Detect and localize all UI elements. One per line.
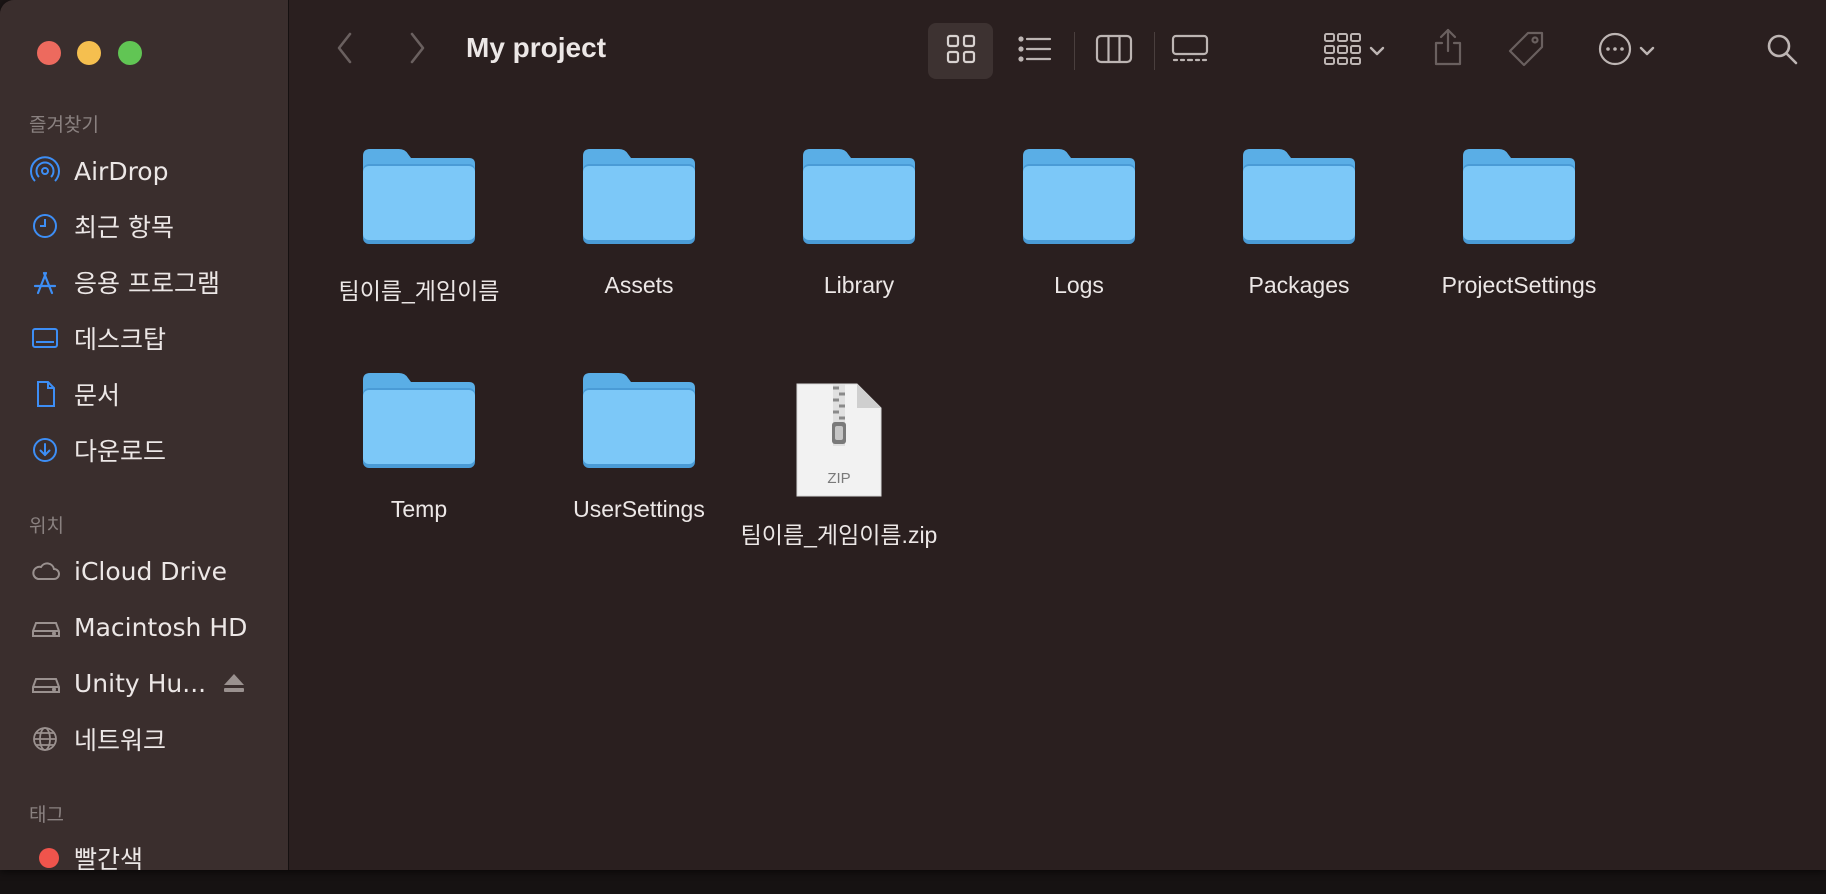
sidebar-item-icloud-drive[interactable]: iCloud Drive xyxy=(30,551,280,591)
document-icon xyxy=(30,379,64,409)
zip-badge-label: ZIP xyxy=(827,470,851,487)
file-name: Assets xyxy=(604,272,674,298)
file-name: Logs xyxy=(1054,272,1104,298)
sidebar-item-tag-red[interactable]: 빨간색 xyxy=(30,838,280,870)
sidebar-item-documents[interactable]: 문서 xyxy=(30,374,280,414)
folder-icon xyxy=(579,146,699,252)
folder-icon xyxy=(359,370,479,476)
locations-header: 위치 xyxy=(29,515,64,537)
sidebar-item-label: Unity Hu... xyxy=(74,668,207,698)
file-name: UserSettings xyxy=(573,496,705,522)
sidebar-item-label: 최근 항목 xyxy=(74,213,174,242)
search-icon xyxy=(1765,32,1799,70)
chevron-right-icon xyxy=(407,31,427,69)
file-name: 팀이름_게임이름.zip xyxy=(740,522,938,548)
chevron-down-icon xyxy=(1639,42,1655,61)
sidebar-item-label: 데스크탑 xyxy=(74,325,167,354)
sidebar-item-airdrop[interactable]: AirDrop xyxy=(30,151,280,191)
zoom-window-button[interactable] xyxy=(118,41,142,65)
minimize-window-button[interactable] xyxy=(77,41,101,65)
drive-icon xyxy=(30,668,64,698)
folder-item[interactable]: Packages xyxy=(1199,146,1399,299)
desktop-background-strip xyxy=(0,868,1826,894)
sidebar-item-label: 네트워크 xyxy=(74,726,167,755)
sidebar-item-network[interactable]: 네트워크 xyxy=(30,719,280,759)
forward-button[interactable] xyxy=(402,30,432,70)
icon-view-button[interactable] xyxy=(928,23,993,79)
chevron-left-icon xyxy=(335,31,355,69)
sidebar-item-recents[interactable]: 최근 항목 xyxy=(30,206,280,246)
group-by-button[interactable] xyxy=(1316,28,1392,74)
sidebar-item-label: 문서 xyxy=(74,381,121,410)
finder-window: 즐겨찾기 AirDrop 최근 항목 응용 프로그램 데스크탑 문서 다운로드 … xyxy=(0,0,1826,870)
folder-icon xyxy=(1019,146,1139,252)
toolbar-divider xyxy=(1074,32,1075,70)
sidebar-item-label: AirDrop xyxy=(74,156,169,186)
sidebar-item-label: 응용 프로그램 xyxy=(74,269,220,298)
folder-icon xyxy=(1239,146,1359,252)
grid-icon xyxy=(945,33,977,69)
zip-file-item[interactable]: ZIP 팀이름_게임이름.zip xyxy=(739,382,939,550)
share-button[interactable] xyxy=(1428,26,1468,72)
file-name: Temp xyxy=(390,496,448,522)
zip-file-icon: ZIP xyxy=(795,382,883,498)
sidebar: 즐겨찾기 AirDrop 최근 항목 응용 프로그램 데스크탑 문서 다운로드 … xyxy=(0,0,289,870)
folder-icon xyxy=(1459,146,1579,252)
columns-icon xyxy=(1095,33,1133,69)
group-grid-icon xyxy=(1323,32,1363,70)
window-title: My project xyxy=(466,32,607,63)
back-button[interactable] xyxy=(330,30,360,70)
applications-icon xyxy=(30,267,64,297)
share-icon xyxy=(1432,27,1464,71)
download-icon xyxy=(30,435,64,465)
folder-item[interactable]: Temp xyxy=(319,370,519,523)
eject-icon[interactable] xyxy=(222,672,246,698)
ellipsis-circle-icon xyxy=(1597,31,1633,71)
tag-icon xyxy=(1506,29,1546,73)
globe-icon xyxy=(30,724,64,754)
drive-icon xyxy=(30,612,64,642)
file-name: ProjectSettings xyxy=(1441,272,1597,298)
gallery-icon xyxy=(1171,33,1209,69)
sidebar-item-label: 빨간색 xyxy=(74,845,144,870)
close-window-button[interactable] xyxy=(37,41,61,65)
column-view-button[interactable] xyxy=(1092,28,1136,74)
search-button[interactable] xyxy=(1762,30,1802,72)
cloud-icon xyxy=(30,556,64,586)
folder-item[interactable]: UserSettings xyxy=(539,370,739,523)
sidebar-item-applications[interactable]: 응용 프로그램 xyxy=(30,262,280,302)
tag-button[interactable] xyxy=(1504,28,1548,74)
sidebar-item-label: 다운로드 xyxy=(74,437,167,466)
folder-item[interactable]: Library xyxy=(759,146,959,299)
desktop-icon xyxy=(30,323,64,353)
airdrop-icon xyxy=(30,156,64,186)
file-name: Library xyxy=(823,272,895,298)
list-view-button[interactable] xyxy=(1013,28,1057,74)
red-tag-dot-icon xyxy=(30,843,64,870)
more-actions-button[interactable] xyxy=(1590,28,1662,74)
list-icon xyxy=(1017,34,1053,68)
sidebar-item-label: iCloud Drive xyxy=(74,556,227,586)
folder-item[interactable]: Logs xyxy=(979,146,1179,299)
sidebar-item-label: Macintosh HD xyxy=(74,612,248,642)
folder-item[interactable]: Assets xyxy=(539,146,739,299)
clock-icon xyxy=(30,211,64,241)
tags-header: 태그 xyxy=(29,804,64,826)
sidebar-item-desktop[interactable]: 데스크탑 xyxy=(30,318,280,358)
sidebar-item-downloads[interactable]: 다운로드 xyxy=(30,430,280,470)
folder-icon xyxy=(579,370,699,476)
favorites-header: 즐겨찾기 xyxy=(29,114,99,136)
chevron-down-icon xyxy=(1369,42,1385,61)
folder-icon xyxy=(359,146,479,252)
folder-icon xyxy=(799,146,919,252)
toolbar-divider xyxy=(1154,32,1155,70)
file-name: 팀이름_게임이름 xyxy=(338,278,500,304)
main-content xyxy=(289,0,1826,870)
folder-item[interactable]: ProjectSettings xyxy=(1419,146,1619,299)
file-name: Packages xyxy=(1248,272,1350,298)
sidebar-item-macintosh-hd[interactable]: Macintosh HD xyxy=(30,607,280,647)
folder-item[interactable]: 팀이름_게임이름 xyxy=(319,146,519,306)
gallery-view-button[interactable] xyxy=(1168,28,1212,74)
